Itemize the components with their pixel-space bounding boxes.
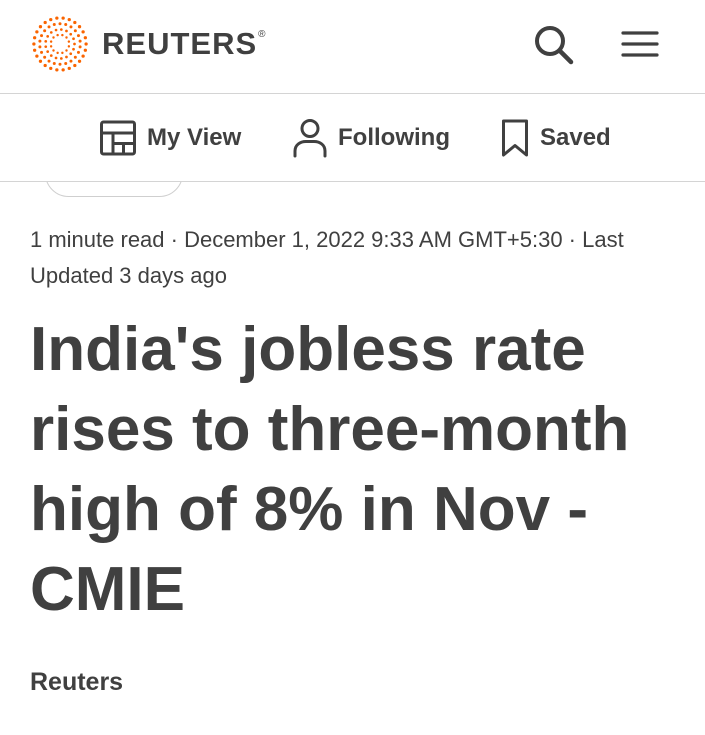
logo-dot [58,22,62,26]
logo-dot [49,17,53,22]
reuters-logo[interactable]: REUTERS® [30,15,267,73]
logo-dot [52,23,56,27]
logo-dot [77,59,82,63]
logo-dot [69,52,73,56]
logo-dot [76,50,80,54]
logo-dot [67,66,71,71]
logo-dot [32,42,36,46]
logo-dot [65,36,68,39]
nav-my-view-label: My View [147,123,242,151]
hamburger-menu-icon [621,31,659,57]
logo-dot [78,45,82,49]
logo-dot [33,36,37,40]
logo-dot [43,63,47,68]
logo-dot [78,39,82,43]
menu-button[interactable] [618,26,662,66]
logo-dot [61,33,64,37]
logo-dot [76,34,80,38]
search-icon [535,26,574,65]
logo-dot [43,55,47,59]
logo-dot [52,49,55,52]
logo-dot [49,31,53,34]
reuters-logo-icon [32,16,88,72]
logo-dot [67,17,71,22]
logo-dot [54,56,58,60]
logo-dot [59,57,63,60]
logo-dot [49,66,53,71]
logo-dot [38,59,43,63]
nav-saved-label: Saved [540,123,611,151]
logo-dot [56,51,59,55]
logo-dot [55,16,59,20]
logo-dot [83,36,87,40]
site-header: REUTERS® [0,0,705,94]
logo-dot [69,25,73,29]
logo-dot [81,30,85,34]
logo-dot [72,37,75,41]
logo-dot [43,29,47,33]
logo-dot [49,45,53,48]
logo-dot [73,63,77,68]
logo-dot [44,39,48,43]
logo-dot [52,61,56,65]
logo-dot [65,49,68,52]
logo-dot [64,61,68,65]
logo-dot [72,47,75,51]
account-nav: My View Following Saved [0,94,705,182]
logo-dot [38,45,42,49]
person-icon [293,118,327,157]
logo-dot [38,39,42,43]
logo-dot [47,25,51,29]
logo-dot [35,54,39,58]
logo-dot [73,29,77,33]
search-button[interactable] [530,22,578,68]
logo-dot [40,34,44,38]
article-byline[interactable]: Reuters [30,668,123,697]
logo-dot [56,33,59,37]
article-meta: 1 minute read · December 1, 2022 9:33 AM… [30,227,624,288]
nav-following[interactable]: Following [292,94,450,181]
logo-dot [46,50,50,53]
logo-dot [47,59,51,63]
brand-wordmark: REUTERS® [102,26,267,61]
nav-my-view[interactable]: My View [99,94,241,181]
logo-dot [69,59,73,63]
logo-dot [65,55,68,59]
logo-dot [49,40,53,43]
logo-dot [38,25,43,29]
logo-dot [83,48,87,52]
logo-dot [73,55,77,59]
logo-dot [43,20,47,25]
nav-following-label: Following [338,123,450,151]
logo-dot [61,51,64,55]
bookmark-icon [502,119,528,156]
logo-dot [46,35,50,38]
logo-dot [59,28,63,31]
logo-dot [69,32,73,36]
logo-dot [65,29,68,33]
logo-dot [61,68,65,72]
logo-dot [33,48,37,52]
logo-dot [73,42,76,46]
logo-dot [64,23,68,27]
logo-dot [81,54,85,58]
logo-dot [55,68,59,72]
logo-dot [44,45,48,49]
logo-dot [77,25,82,29]
nav-saved[interactable]: Saved [500,94,611,181]
logo-dot [54,28,58,32]
logo-dot [67,40,71,43]
logo-dot [40,50,44,54]
logo-dot [84,42,88,46]
logo-dot [67,45,71,48]
logo-dot [58,62,62,66]
logo-dot [35,30,39,34]
logo-dot [52,36,55,39]
logo-dot [61,16,65,20]
logo-dot [49,54,53,57]
layout-grid-icon [100,120,136,155]
logo-dot [73,20,77,25]
article-headline: India's jobless rate rises to three-mont… [30,315,630,624]
